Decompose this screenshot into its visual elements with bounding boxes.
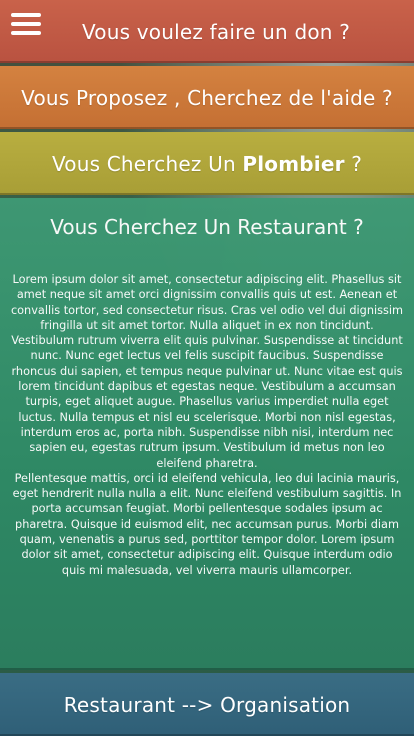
restaurant-paragraph-1: Lorem ipsum dolor sit amet, consectetur … xyxy=(10,273,404,470)
panel-plombier-title: Vous Cherchez Un Plombier ? xyxy=(52,152,362,176)
panel-restaurant-title: Vous Cherchez Un Restaurant ? xyxy=(50,215,364,239)
panel-don[interactable]: Vous voulez faire un don ? xyxy=(0,0,414,63)
panel-plombier[interactable]: Vous Cherchez Un Plombier ? xyxy=(0,132,414,195)
panel-don-title: Vous voulez faire un don ? xyxy=(81,19,351,44)
panel-aide-title: Vous Proposez , Cherchez de l'aide ? xyxy=(21,85,393,110)
organisation-button-label: Restaurant --> Organisation xyxy=(63,692,351,717)
organisation-button[interactable]: Restaurant --> Organisation xyxy=(0,673,414,736)
hamburger-menu-icon[interactable] xyxy=(11,13,41,35)
plombier-keyword: Plombier xyxy=(242,151,345,176)
plombier-prefix: Vous Cherchez Un xyxy=(51,151,243,176)
panel-aide[interactable]: Vous Proposez , Cherchez de l'aide ? xyxy=(0,66,414,129)
panel-restaurant: Vous Cherchez Un Restaurant ? Lorem ipsu… xyxy=(0,198,414,670)
restaurant-description: Lorem ipsum dolor sit amet, consectetur … xyxy=(8,272,406,578)
restaurant-paragraph-2: Pellentesque mattis, orci id eleifend ve… xyxy=(12,471,402,577)
plombier-suffix: ? xyxy=(344,151,363,176)
